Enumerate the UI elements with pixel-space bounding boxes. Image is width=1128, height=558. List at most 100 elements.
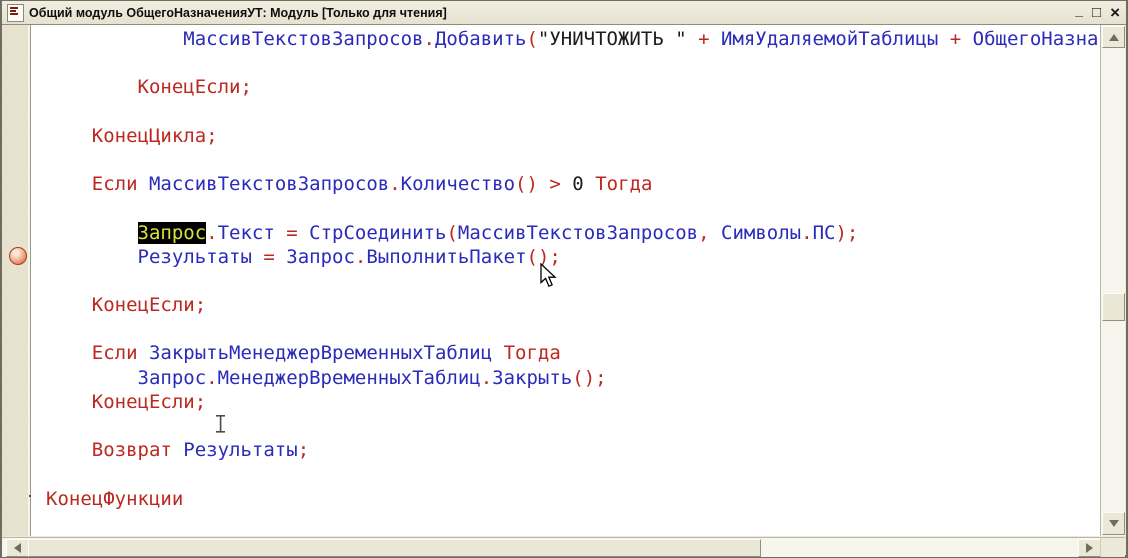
- code-token: .: [389, 173, 400, 195]
- scroll-up-button[interactable]: [1102, 26, 1125, 48]
- code-token: [46, 391, 92, 413]
- code-token: .: [481, 367, 492, 389]
- code-token: [46, 246, 138, 268]
- scroll-left-button[interactable]: [6, 539, 29, 557]
- code-area[interactable]: МассивТекстовЗапросов.Добавить("УНИЧТОЖИ…: [31, 27, 1100, 511]
- code-token: ;: [240, 76, 251, 98]
- code-line: [46, 148, 1100, 172]
- code-line: [46, 462, 1100, 486]
- code-token: [46, 28, 183, 50]
- code-token: МассивТекстовЗапросов: [183, 28, 423, 50]
- code-token: [46, 222, 138, 244]
- code-token: >: [549, 173, 560, 195]
- code-line: КонецЕсли;: [46, 75, 1100, 99]
- code-token: [275, 246, 286, 268]
- code-token: Запрос: [286, 246, 355, 268]
- mouse-arrow-cursor: [540, 263, 558, 296]
- code-token: (): [515, 173, 538, 195]
- code-token: КонецФункции: [46, 488, 183, 510]
- code-token: Запрос: [138, 367, 207, 389]
- code-token: Если: [92, 173, 138, 195]
- code-token: +: [687, 28, 721, 50]
- code-token: [138, 342, 149, 364]
- code-token: );: [835, 222, 858, 244]
- code-token: ();: [572, 367, 606, 389]
- code-line: КонецЕсли;: [46, 293, 1100, 317]
- code-token: СтрСоединить: [309, 222, 446, 244]
- code-token: Тогда: [595, 173, 652, 195]
- code-line: Возврат Результаты;: [46, 438, 1100, 462]
- code-line: [46, 414, 1100, 438]
- code-token: .: [801, 222, 812, 244]
- arrow-up-icon: [1109, 34, 1119, 41]
- minimize-button[interactable]: _: [1075, 0, 1083, 22]
- window-controls: _ □ ×: [1075, 1, 1120, 24]
- code-token: Тогда: [504, 342, 561, 364]
- code-token: .: [424, 28, 435, 50]
- editor-gutter[interactable]: [2, 25, 31, 536]
- title-bar[interactable]: Общий модуль ОбщегоНазначенияУТ: Модуль …: [2, 1, 1126, 25]
- code-line: КонецЦикла;: [46, 124, 1100, 148]
- code-token: МассивТекстовЗапросов: [149, 173, 389, 195]
- code-token: =: [286, 222, 297, 244]
- code-token: Возврат: [92, 439, 172, 461]
- scrollbar-corner: [1100, 537, 1125, 557]
- code-line: Если МассивТекстовЗапросов.Количество() …: [46, 172, 1100, 196]
- horizontal-scroll-thumb[interactable]: [28, 539, 761, 557]
- breakpoint-marker-icon[interactable]: [9, 247, 27, 265]
- code-token: .: [206, 367, 217, 389]
- code-token: [275, 222, 286, 244]
- window-inner: Общий модуль ОбщегоНазначенияУТ: Модуль …: [2, 1, 1126, 555]
- code-token: Результаты: [183, 439, 297, 461]
- code-token: (: [526, 28, 537, 50]
- code-editor[interactable]: МассивТекстовЗапросов.Добавить("УНИЧТОЖИ…: [31, 25, 1100, 536]
- arrow-left-icon: [14, 543, 21, 553]
- scroll-right-button[interactable]: [1078, 539, 1101, 557]
- code-token: 0: [572, 173, 583, 195]
- code-token: ;: [195, 391, 206, 413]
- code-token: "УНИЧТОЖИТЬ ": [538, 28, 687, 50]
- horizontal-scrollbar[interactable]: [2, 537, 1100, 557]
- code-token: [46, 294, 92, 316]
- vertical-scrollbar[interactable]: [1100, 25, 1125, 536]
- code-token: МассивТекстовЗапросов: [458, 222, 698, 244]
- close-button[interactable]: ×: [1110, 1, 1120, 24]
- code-token: Количество: [401, 173, 515, 195]
- code-token: =: [263, 246, 274, 268]
- code-token: [46, 367, 138, 389]
- code-line: Запрос.Текст = СтрСоединить(МассивТексто…: [46, 221, 1100, 245]
- code-token: [492, 342, 503, 364]
- module-icon: [7, 4, 24, 22]
- code-token: КонецЕсли: [92, 391, 195, 413]
- code-token: [172, 439, 183, 461]
- code-token: [46, 125, 92, 147]
- module-editor-window: Общий модуль ОбщегоНазначенияУТ: Модуль …: [0, 0, 1128, 558]
- code-token: МенеджерВременныхТаблиц: [218, 367, 481, 389]
- code-token: ОбщегоНазначения: [973, 28, 1100, 50]
- code-token: [298, 222, 309, 244]
- code-token: [538, 173, 549, 195]
- code-token: ИмяУдаляемойТаблицы: [721, 28, 938, 50]
- code-line: [46, 51, 1100, 75]
- maximize-button[interactable]: □: [1092, 1, 1101, 24]
- text-ibeam-cursor: [214, 415, 227, 438]
- scroll-down-button[interactable]: [1102, 512, 1125, 535]
- code-token: Символы: [721, 222, 801, 244]
- code-line: КонецЕсли;: [46, 390, 1100, 414]
- code-token: ВыполнитьПакет: [366, 246, 526, 268]
- vertical-scroll-thumb[interactable]: [1102, 293, 1125, 321]
- code-token: ;: [195, 294, 206, 316]
- code-token: КонецЕсли: [138, 76, 241, 98]
- code-line: [46, 269, 1100, 293]
- code-token: ;: [206, 125, 217, 147]
- code-token: [710, 222, 721, 244]
- code-token: ПС: [813, 222, 836, 244]
- code-token: [561, 173, 572, 195]
- code-token: ЗакрытьМенеджерВременныхТаблиц: [149, 342, 492, 364]
- highlighted-word: Запрос: [138, 222, 207, 244]
- code-token: КонецЕсли: [92, 294, 195, 316]
- code-token: Результаты: [138, 246, 252, 268]
- code-line: [46, 317, 1100, 341]
- code-token: Добавить: [435, 28, 527, 50]
- code-token: [46, 439, 92, 461]
